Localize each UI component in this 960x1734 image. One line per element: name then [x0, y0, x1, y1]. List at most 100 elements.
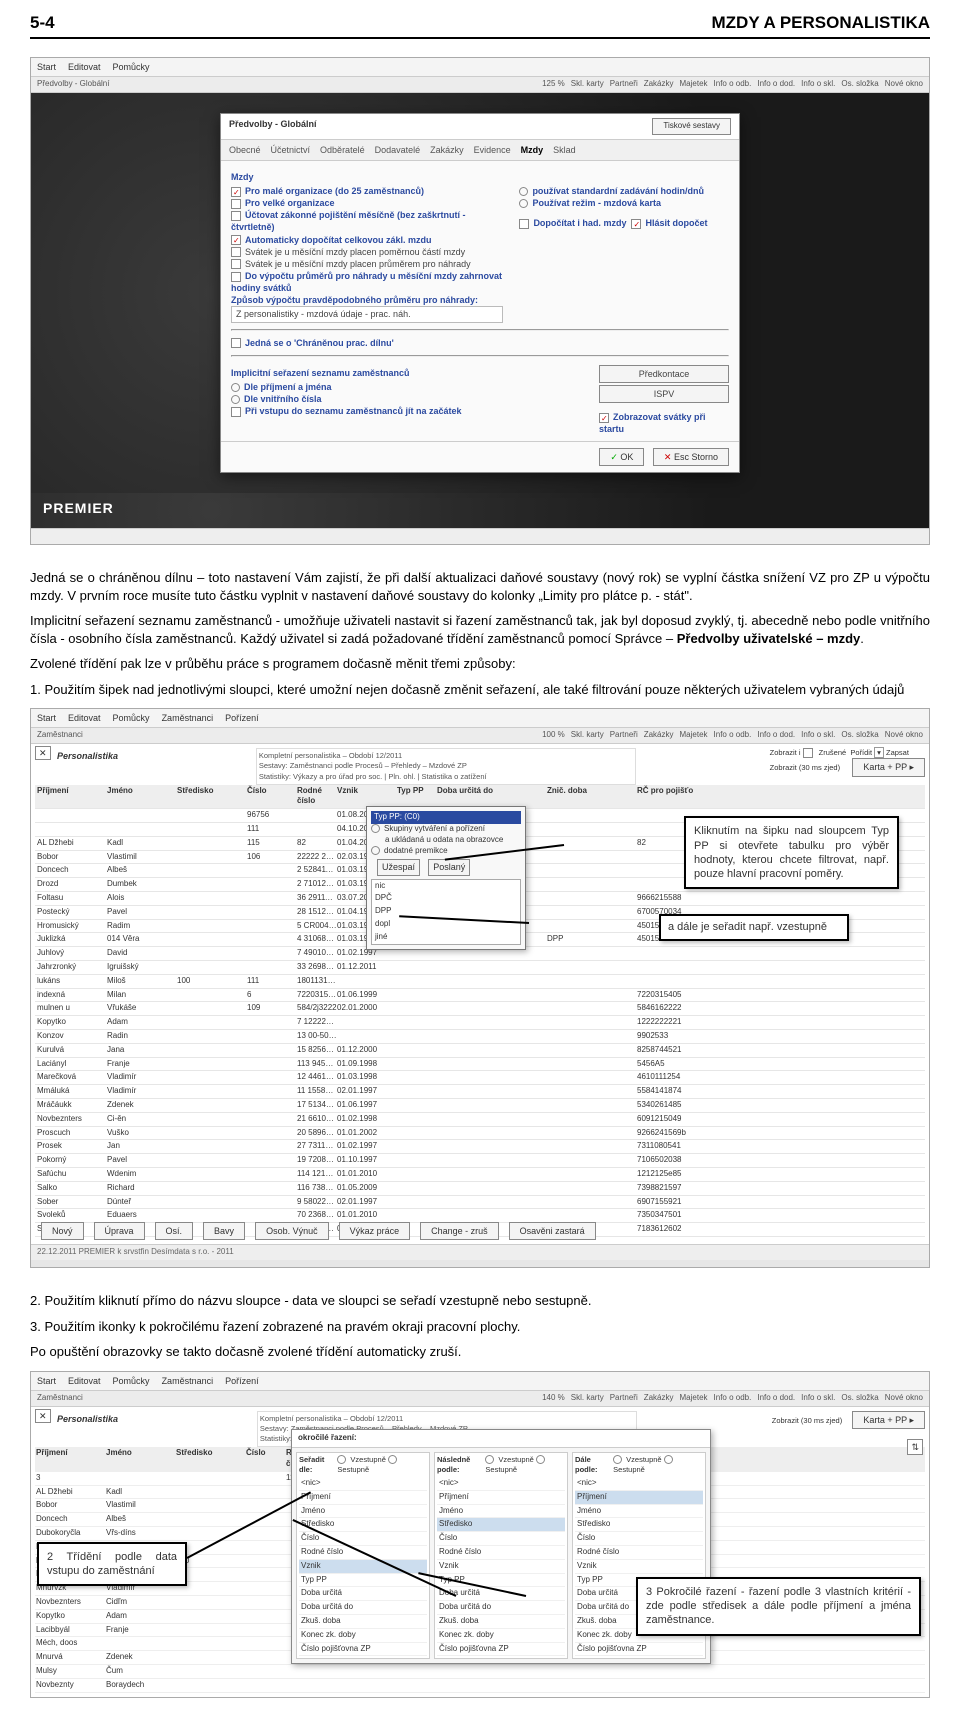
menu-item[interactable]: Zaměstnanci — [162, 712, 214, 724]
tab-active[interactable]: Mzdy — [521, 144, 544, 156]
tool[interactable]: Partneři — [610, 730, 638, 741]
tool[interactable]: Info o skl. — [801, 79, 835, 90]
radio[interactable] — [485, 1455, 494, 1464]
tool[interactable]: Os. složka — [841, 730, 878, 741]
table-row[interactable]: MarečkováVladimír12 446189030401.03.1998… — [35, 1071, 925, 1085]
table-row[interactable]: SalkoRichard116 7389827 r85101.05.200973… — [35, 1182, 925, 1196]
menu-item[interactable]: Start — [37, 1375, 56, 1387]
sort-option[interactable]: Typ PP — [299, 1574, 427, 1588]
tool[interactable]: Majetek — [680, 1393, 708, 1404]
sort-option[interactable]: Číslo — [299, 1532, 427, 1546]
menu-item[interactable]: Pomůcky — [113, 61, 150, 73]
sort-option[interactable]: Středisko — [575, 1518, 703, 1532]
close-icon[interactable]: ✕ — [35, 746, 51, 760]
sort-option[interactable]: Číslo pojišťovna ZP — [437, 1643, 565, 1657]
tool[interactable]: Skl. karty — [571, 730, 604, 741]
table-row[interactable]: SvolekůEduaers70 236884797101.01.2010735… — [35, 1209, 925, 1223]
sort-option[interactable]: Vznik — [575, 1560, 703, 1574]
toolbar-tab-active[interactable]: Předvolby - Globální — [37, 79, 109, 90]
tool[interactable]: Info o dod. — [757, 730, 795, 741]
tool[interactable]: Zakázky — [644, 79, 674, 90]
checkbox[interactable] — [631, 219, 641, 229]
radio[interactable] — [231, 383, 240, 392]
table-row[interactable]: LaciánylFranje113 9456 145601.09.1998545… — [35, 1058, 925, 1072]
table-row[interactable]: JahrzronkýIgruišský33 269821126601.12.20… — [35, 961, 925, 975]
table-row[interactable]: KopytkoAdam7 122222222221222222221 — [35, 1016, 925, 1030]
sort-option[interactable]: <nic> — [299, 1477, 427, 1491]
print-button[interactable]: Tiskové sestavy — [652, 118, 731, 135]
menu-item[interactable]: Pořízení — [225, 1375, 259, 1387]
bottom-btn[interactable]: Úprava — [94, 1222, 145, 1240]
sort-option[interactable]: Jméno — [299, 1505, 427, 1519]
radio[interactable] — [613, 1455, 622, 1464]
tool[interactable]: Nové okno — [885, 1393, 923, 1404]
checkbox[interactable] — [231, 247, 241, 257]
tool[interactable]: Skl. karty — [571, 1393, 604, 1404]
tool[interactable]: Majetek — [680, 730, 708, 741]
table-row[interactable]: MráčáukkZdenek17 51342561 48501.06.19975… — [35, 1099, 925, 1113]
checkbox[interactable] — [231, 211, 241, 221]
checkbox[interactable] — [231, 338, 241, 348]
radio[interactable] — [231, 395, 240, 404]
tool[interactable]: Info o dod. — [757, 79, 795, 90]
tab[interactable]: Účetnictví — [271, 144, 311, 156]
sort-option[interactable]: Příjmení — [299, 1491, 427, 1505]
tool[interactable]: Info o skl. — [801, 730, 835, 741]
bottom-btn[interactable]: Change - zruš — [420, 1222, 499, 1240]
sort-option[interactable]: Číslo pojišťovna ZP — [299, 1643, 427, 1657]
table-row[interactable]: KonzovRadin13 00-509269902533 — [35, 1030, 925, 1044]
karta-button[interactable]: Karta + PP ▸ — [852, 1411, 925, 1429]
filter-apply-button[interactable]: Užespaí — [377, 859, 420, 875]
ok-button[interactable]: ✓ OK — [599, 448, 644, 466]
table-row[interactable]: SoberDúnteř9 580228755102.01.19976907155… — [35, 1196, 925, 1210]
sort-option[interactable]: Jméno — [437, 1505, 565, 1519]
checkbox[interactable] — [231, 407, 241, 417]
sort-option[interactable]: Středisko — [437, 1518, 565, 1532]
radio[interactable] — [519, 199, 528, 208]
checkbox[interactable] — [231, 259, 241, 269]
checkbox[interactable] — [599, 413, 609, 423]
advanced-sort-icon[interactable]: ⇅ — [907, 1439, 923, 1455]
radio[interactable] — [664, 1455, 673, 1464]
tool[interactable]: Info o skl. — [801, 1393, 835, 1404]
menu-item[interactable]: Pomůcky — [113, 712, 150, 724]
storno-button[interactable]: ✕ Esc Storno — [653, 448, 729, 466]
table-row[interactable]: NovbezntyBoraydech — [35, 1679, 925, 1693]
bottom-btn[interactable]: Osavěni zastará — [509, 1222, 596, 1240]
table-row[interactable]: NovbezntersCi-ěn21 6610958904401.02.1998… — [35, 1113, 925, 1127]
menu-item[interactable]: Start — [37, 712, 56, 724]
tool[interactable]: Info o odb. — [714, 1393, 752, 1404]
sort-option[interactable]: Číslo — [437, 1532, 565, 1546]
predkontace-button[interactable]: Předkontace — [599, 365, 729, 383]
radio[interactable] — [337, 1455, 346, 1464]
sort-option[interactable]: Číslo pojišťovna ZP — [575, 1643, 703, 1657]
tool[interactable]: Skl. karty — [571, 79, 604, 90]
checkbox[interactable] — [231, 199, 241, 209]
table-row[interactable]: MmálukáVladimír11 155841407402.01.199755… — [35, 1085, 925, 1099]
sort-option[interactable]: Konec zk. doby — [299, 1629, 427, 1643]
table-row[interactable]: mulnen uVřukáše109584/2j322202.01.200058… — [35, 1002, 925, 1016]
toolbar-tab-active[interactable]: Zaměstnanci — [37, 1393, 83, 1404]
sort-option[interactable]: Příjmení — [575, 1491, 703, 1505]
filter-option[interactable]: DPP — [372, 905, 520, 918]
radio[interactable] — [388, 1455, 397, 1464]
menu-item[interactable]: Editovat — [68, 1375, 101, 1387]
radio[interactable] — [371, 824, 380, 833]
menu-item[interactable]: Zaměstnanci — [162, 1375, 214, 1387]
sort-option[interactable]: Doba určitá do — [299, 1601, 427, 1615]
menu-item[interactable]: Editovat — [68, 61, 101, 73]
tab[interactable]: Odběratelé — [320, 144, 365, 156]
tool[interactable]: Info o dod. — [757, 1393, 795, 1404]
table-row[interactable]: indexnáMilan6722031540501.06.19997220315… — [35, 989, 925, 1003]
sort-option[interactable]: <nic> — [437, 1477, 565, 1491]
table-row[interactable]: PokornýPavel19 720860838701.10.199771065… — [35, 1154, 925, 1168]
checkbox[interactable] — [519, 219, 529, 229]
table-row[interactable]: KurulváJana15 825608852101.12.2000825874… — [35, 1044, 925, 1058]
sort-option[interactable]: Doba určitá do — [437, 1601, 565, 1615]
tool[interactable]: Nové okno — [885, 79, 923, 90]
menu-item[interactable]: Editovat — [68, 712, 101, 724]
sort-option[interactable]: Rodné číslo — [575, 1546, 703, 1560]
checkbox[interactable] — [231, 187, 241, 197]
table-row[interactable]: ProscuchVuško20 589621960101.01.20029266… — [35, 1127, 925, 1141]
menu-item[interactable]: Pořízení — [225, 712, 259, 724]
